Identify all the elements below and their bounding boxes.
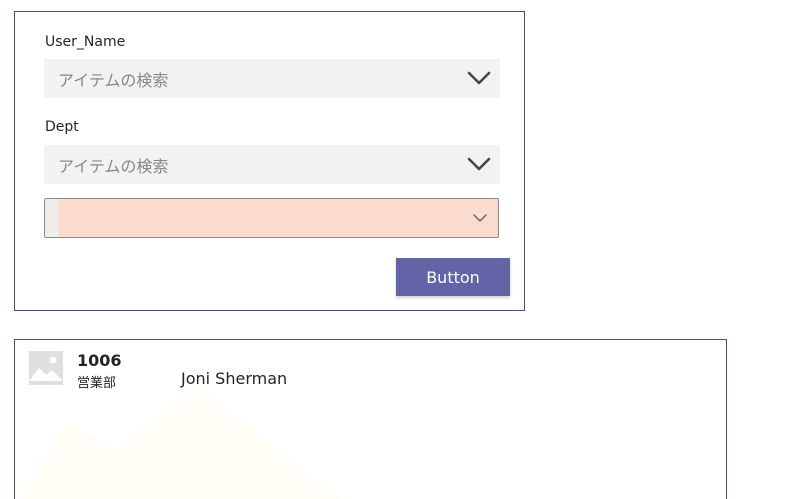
chevron-down-icon[interactable] [466,154,492,174]
item-dept: 営業部 [77,376,117,391]
image-placeholder-icon [29,351,63,385]
chevron-down-icon[interactable] [472,212,488,224]
dropdown[interactable] [44,198,499,238]
dropdown-left-strip [45,199,59,237]
gallery-item[interactable]: 1006 営業部 Joni Sherman [15,340,726,400]
submit-button[interactable]: Button [396,258,510,296]
gallery: 1006 営業部 Joni Sherman [14,339,727,499]
user-name-search-placeholder[interactable]: アイテムの検索 [58,67,168,91]
form-card: User_Name アイテムの検索 Dept アイテムの検索 Button [14,11,525,311]
dept-combobox[interactable]: アイテムの検索 [44,145,500,184]
user-name-combobox[interactable]: アイテムの検索 [44,59,500,98]
dept-label: Dept [45,119,79,135]
chevron-down-icon[interactable] [466,68,492,88]
dept-search-placeholder[interactable]: アイテムの検索 [58,153,168,177]
item-name: Joni Sherman [181,369,288,388]
item-id: 1006 [77,351,122,370]
user-name-label: User_Name [45,34,126,50]
